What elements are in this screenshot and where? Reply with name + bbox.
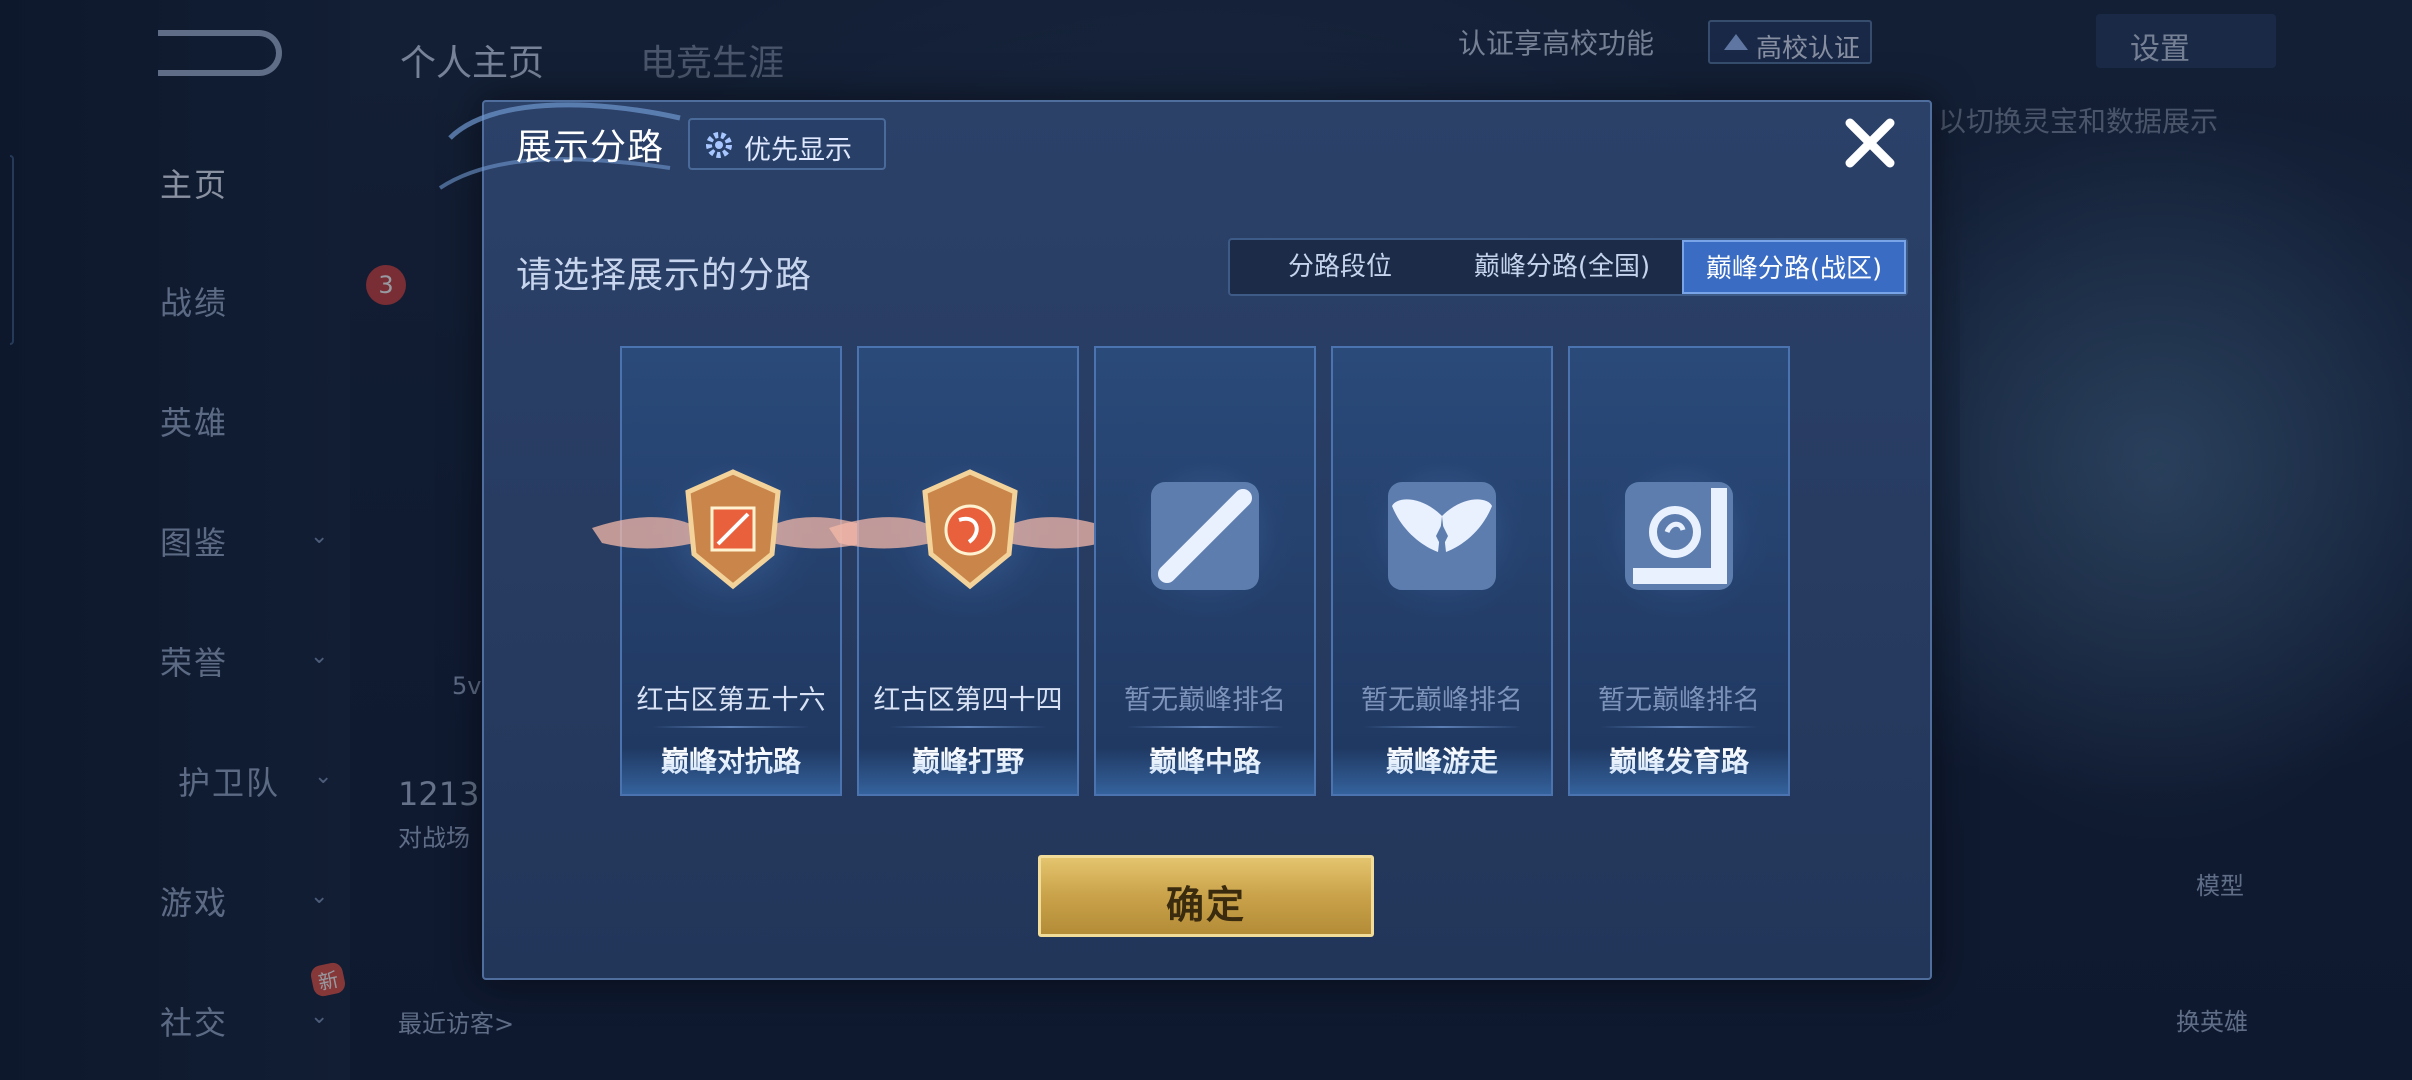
rank-text: 暂无巅峰排名: [1361, 685, 1523, 716]
rank-text: 红古区第四十四: [873, 685, 1063, 716]
card-highlight: [859, 748, 1077, 794]
priority-display-label: 优先显示: [744, 135, 852, 166]
jungle-badge-icon: [829, 469, 1111, 590]
farm-lane-icon: [1625, 482, 1733, 590]
dialog-title: 展示分路: [516, 127, 665, 168]
card-highlight: [622, 748, 840, 794]
divider: [889, 726, 1047, 728]
lane-card-roam[interactable]: 暂无巅峰排名 巅峰游走: [1331, 346, 1553, 796]
mid-lane-icon: [1151, 482, 1259, 590]
roam-icon: [1388, 482, 1496, 590]
divider: [1600, 726, 1758, 728]
card-highlight: [1333, 748, 1551, 794]
divider: [1126, 726, 1284, 728]
lane-type-segmented-control: 分路段位 巅峰分路(全国) 巅峰分路(战区): [1228, 238, 1908, 296]
rank-text: 暂无巅峰排名: [1124, 685, 1286, 716]
lane-card-mid[interactable]: 暂无巅峰排名 巅峰中路: [1094, 346, 1316, 796]
lane-card-farm[interactable]: 暂无巅峰排名 巅峰发育路: [1568, 346, 1790, 796]
lane-card-jungle[interactable]: 红古区第四十四 巅峰打野: [829, 346, 1111, 796]
tab-peak-lane-region[interactable]: 巅峰分路(战区): [1682, 240, 1906, 294]
gear-icon: [706, 132, 732, 158]
divider: [1363, 726, 1521, 728]
rank-text: 暂无巅峰排名: [1598, 685, 1760, 716]
card-highlight: [1570, 748, 1788, 794]
priority-display-button[interactable]: 优先显示: [688, 118, 886, 170]
card-highlight: [1096, 748, 1314, 794]
tab-lane-rank[interactable]: 分路段位: [1230, 240, 1450, 294]
rank-text: 红古区第五十六: [636, 685, 826, 716]
divider: [652, 726, 810, 728]
close-icon[interactable]: [1842, 115, 1898, 171]
confirm-label: 确定: [1165, 883, 1246, 927]
confirm-button[interactable]: 确定: [1038, 855, 1374, 937]
dialog-subtitle: 请选择展示的分路: [516, 255, 813, 296]
tab-peak-lane-national[interactable]: 巅峰分路(全国): [1450, 240, 1674, 294]
